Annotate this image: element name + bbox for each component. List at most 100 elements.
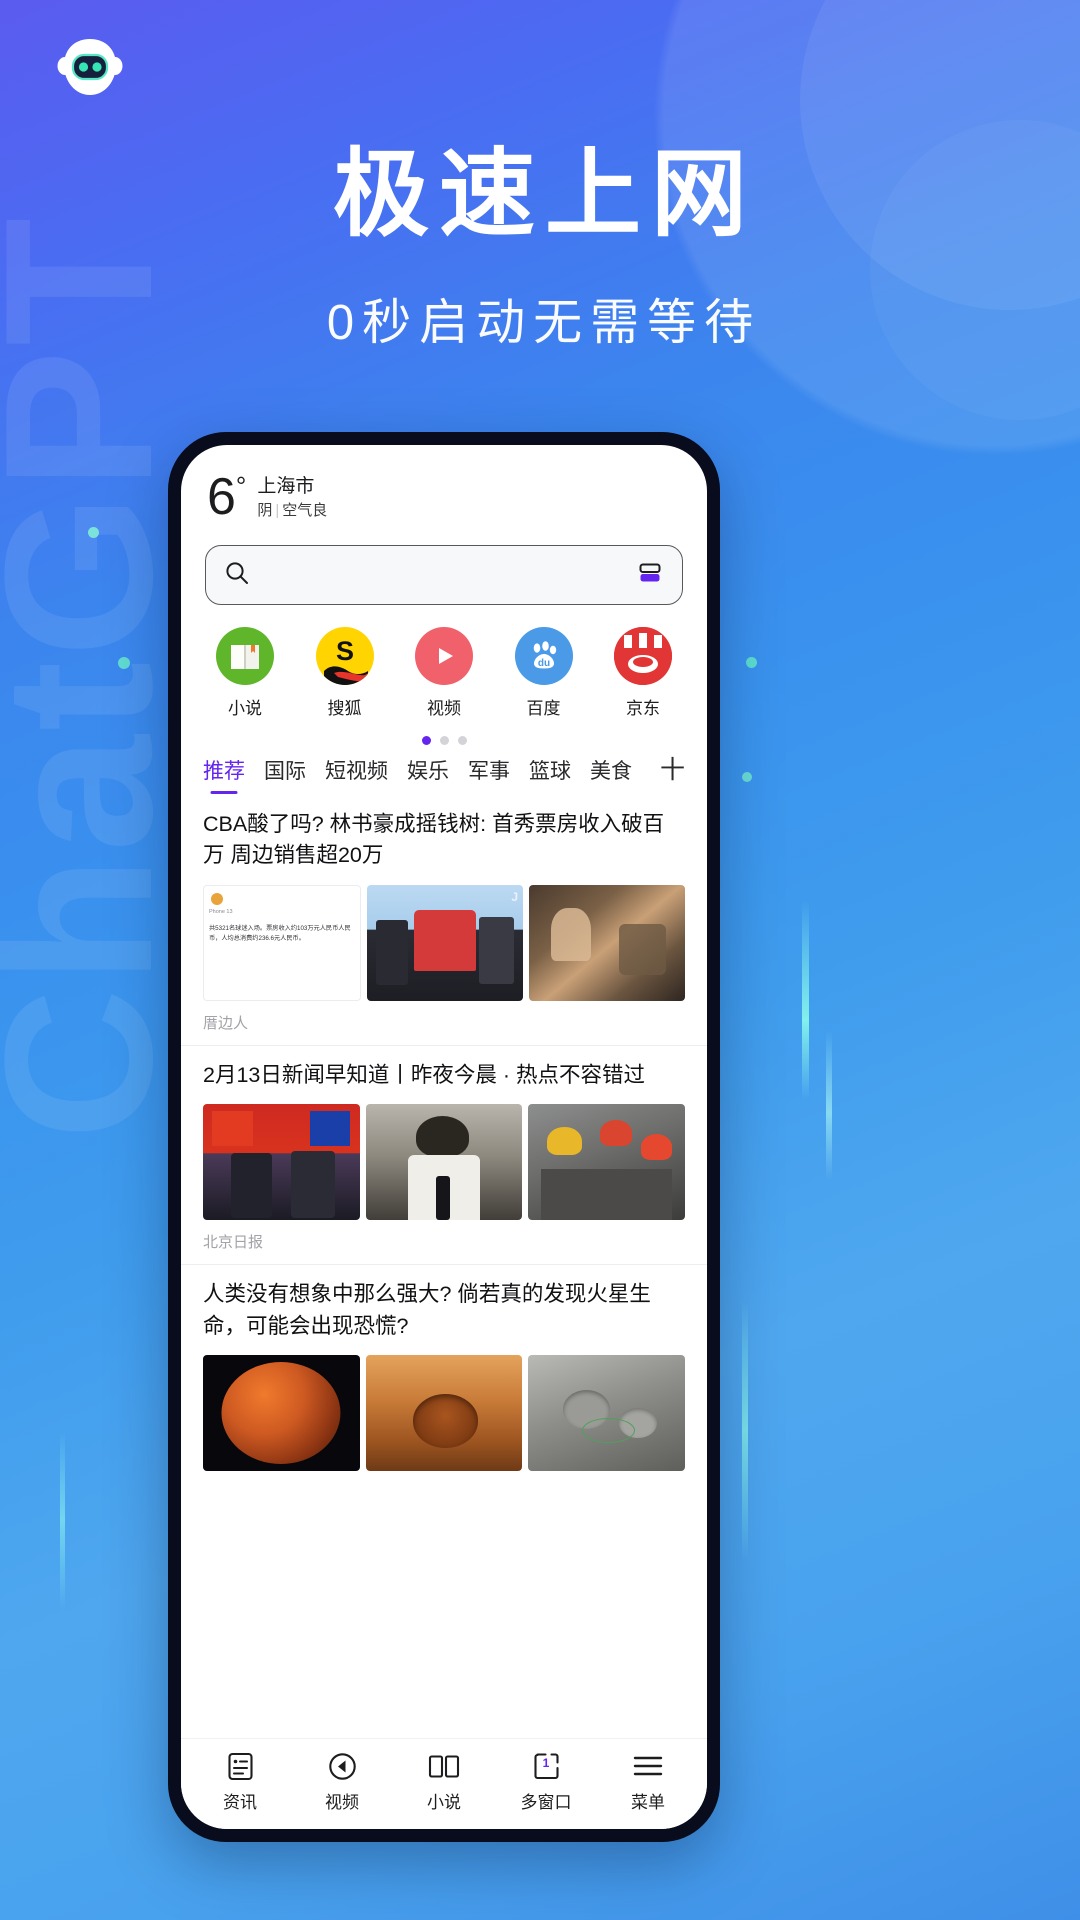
phone-mockup: 6 ° 上海市 阴 | 空气良 小说 S 搜狐 视频 du 百度 京东 推荐 国… — [168, 432, 720, 1842]
tab-recommend[interactable]: 推荐 — [203, 755, 245, 795]
app-label: 视频 — [427, 699, 461, 718]
nav-label: 视频 — [325, 1793, 359, 1812]
rescue-workers-thumb — [528, 1104, 686, 1221]
article-thumbnails — [203, 1354, 686, 1471]
nav-label: 小说 — [427, 1793, 461, 1812]
phone-screen: 6 ° 上海市 阴 | 空气良 小说 S 搜狐 视频 du 百度 京东 推荐 国… — [181, 445, 707, 1829]
decorative-dot — [88, 527, 99, 538]
page-subheadline: 0秒启动无需等待 — [326, 296, 762, 350]
news-article[interactable]: 人类没有想象中那么强大? 倘若真的发现火星生命，可能会出现恐慌? — [181, 1265, 707, 1494]
decorative-light-bar — [60, 1430, 65, 1610]
search-left-group — [224, 560, 250, 591]
hamburger-menu-icon — [633, 1751, 663, 1781]
weather-air-quality: 空气良 — [282, 501, 328, 519]
search-bar[interactable] — [205, 545, 683, 605]
tab-military[interactable]: 军事 — [468, 755, 510, 795]
nav-label: 资讯 — [223, 1793, 257, 1812]
moon-surface-thumb — [528, 1354, 686, 1471]
thumb-overlay-text: 共5321名球迷入场。票房收入约103万元人民币人民币，人均总消费约236.6元… — [209, 924, 351, 942]
stats-card-thumb: Phone 13 共5321名球迷入场。票房收入约103万元人民币人民币，人均总… — [203, 884, 361, 1001]
pager-dot[interactable] — [457, 736, 467, 745]
app-pager-dots[interactable] — [181, 719, 707, 749]
app-label: 百度 — [526, 699, 561, 718]
app-label: 搜狐 — [327, 699, 362, 718]
article-title: 2月13日新闻早知道丨昨夜今晨 · 热点不容错过 — [203, 1062, 645, 1087]
decorative-dot — [742, 772, 752, 782]
app-shortcut-jd[interactable]: 京东 — [605, 627, 681, 719]
news-article[interactable]: CBA酸了吗? 林书豪成摇钱树: 首秀票房收入破百万 周边销售超20万 Phon… — [181, 795, 707, 1046]
svg-text:du: du — [537, 658, 549, 669]
article-title: 人类没有想象中那么强大? 倘若真的发现火星生命，可能会出现恐慌? — [203, 1282, 651, 1338]
tab-entertainment[interactable]: 娱乐 — [407, 755, 449, 795]
mars-planet-thumb — [203, 1354, 360, 1471]
news-document-icon — [227, 1751, 254, 1781]
weather-city: 上海市 — [257, 476, 315, 497]
multi-window-icon[interactable] — [636, 559, 664, 592]
tab-food[interactable]: 美食 — [590, 755, 632, 795]
temperature-value: 6 ° — [207, 468, 246, 526]
open-book-icon — [428, 1751, 460, 1781]
tab-basketball[interactable]: 篮球 — [529, 755, 571, 795]
mars-crater-thumb — [365, 1354, 523, 1471]
pager-dot[interactable] — [439, 736, 449, 745]
weather-separator: | — [275, 501, 280, 519]
thumb-badge: Phone 13 — [209, 908, 233, 915]
nav-item-novel[interactable]: 小说 — [400, 1751, 488, 1813]
degree-symbol: ° — [235, 471, 246, 501]
news-article[interactable]: 2月13日新闻早知道丨昨夜今晨 · 热点不容错过 北京日报 — [181, 1046, 707, 1266]
handshake-flags-thumb — [203, 1104, 360, 1221]
window-count-icon: 1 — [533, 1751, 560, 1781]
pager-dot-active[interactable] — [421, 736, 431, 745]
decorative-light-bar — [802, 900, 809, 1100]
app-shortcut-novel[interactable]: 小说 — [207, 627, 283, 719]
decorative-dot — [118, 657, 130, 669]
temperature-number: 6 — [207, 468, 236, 526]
bottom-navigation-bar: 资讯 视频 小说 1 多窗口 菜单 — [181, 1738, 707, 1829]
app-shortcut-baidu[interactable]: du 百度 — [506, 627, 582, 719]
baidu-app-icon: du — [514, 627, 573, 685]
book-app-icon — [216, 627, 274, 685]
app-shortcut-video[interactable]: 视频 — [406, 627, 482, 719]
weather-widget[interactable]: 6 ° 上海市 阴 | 空气良 — [181, 445, 707, 533]
nav-label: 菜单 — [631, 1793, 665, 1812]
weather-meta: 上海市 阴 | 空气良 — [257, 471, 327, 521]
article-source: 厝边人 — [203, 1014, 249, 1032]
fans-bus-thumb — [529, 884, 685, 1001]
nav-item-news[interactable]: 资讯 — [196, 1751, 284, 1813]
tab-international[interactable]: 国际 — [264, 755, 306, 795]
article-thumbnails — [203, 1104, 686, 1221]
weather-condition: 阴 — [257, 501, 273, 519]
article-source — [203, 1471, 685, 1494]
weather-condition-line: 阴 | 空气良 — [257, 501, 327, 521]
robot-mascot-icon — [54, 33, 126, 105]
video-back-circle-icon — [328, 1751, 357, 1781]
nav-label: 多窗口 — [520, 1793, 572, 1812]
app-shortcut-sohu[interactable]: S 搜狐 — [307, 627, 383, 719]
nav-item-menu[interactable]: 菜单 — [604, 1751, 692, 1813]
news-feed: CBA酸了吗? 林书豪成摇钱树: 首秀票房收入破百万 周边销售超20万 Phon… — [181, 795, 707, 1738]
page-headline: 极速上网 — [333, 141, 757, 248]
tab-short-video[interactable]: 短视频 — [325, 755, 388, 795]
promo-page: ChatGPT 极速上网 0秒启动无需等待 6 ° 上海市 阴 | 空气良 小说… — [0, 0, 1080, 1920]
search-icon — [224, 560, 250, 591]
window-count-badge: 1 — [542, 1756, 550, 1770]
article-title: CBA酸了吗? 林书豪成摇钱树: 首秀票房收入破百万 周边销售超20万 — [203, 812, 665, 868]
svg-text:S: S — [335, 636, 353, 666]
nav-item-video[interactable]: 视频 — [298, 1751, 386, 1813]
video-play-app-icon — [415, 627, 473, 685]
app-label: 京东 — [626, 699, 660, 718]
app-label: 小说 — [228, 699, 262, 718]
article-thumbnails: Phone 13 共5321名球迷入场。票房收入约103万元人民币人民币，人均总… — [203, 884, 685, 1001]
speaker-podium-thumb — [365, 1104, 523, 1221]
jd-app-icon — [614, 627, 672, 685]
sohu-app-icon: S — [315, 627, 374, 685]
nav-item-multiwindow[interactable]: 1 多窗口 — [502, 1751, 590, 1813]
article-source: 北京日报 — [203, 1234, 264, 1252]
add-tab-icon[interactable]: 十 — [660, 757, 685, 793]
decorative-light-bar — [742, 1300, 748, 1560]
decorative-dot — [746, 657, 757, 668]
decorative-light-bar — [826, 1030, 832, 1180]
basketball-jersey-thumb: J — [367, 884, 523, 1001]
category-tabs: 推荐 国际 短视频 娱乐 军事 篮球 美食 十 — [181, 749, 707, 795]
app-shortcuts-row: 小说 S 搜狐 视频 du 百度 京东 — [181, 605, 707, 719]
